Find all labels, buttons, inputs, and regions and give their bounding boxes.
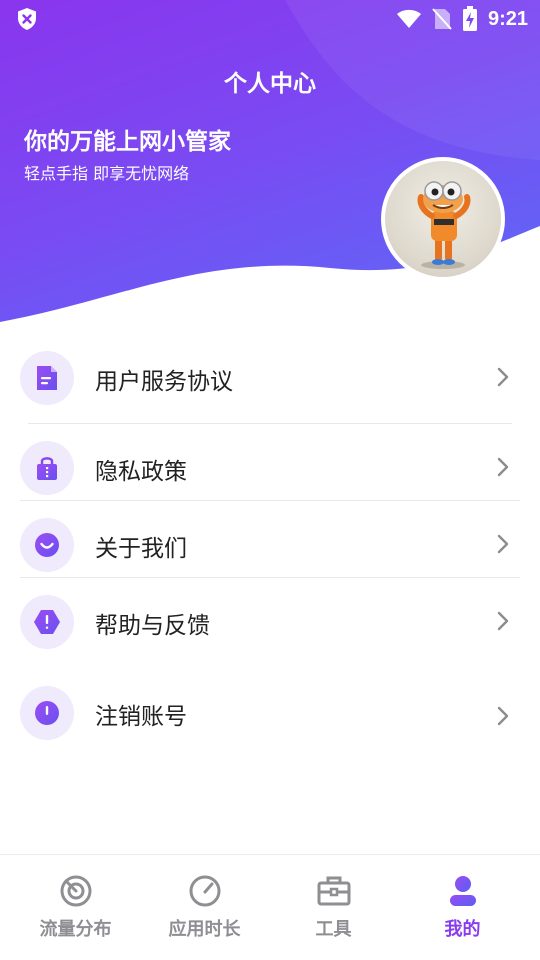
menu-icon-bg xyxy=(20,518,74,572)
tab-label: 应用时长 xyxy=(168,919,241,940)
menu-icon-bg xyxy=(20,441,74,495)
chevron-right-icon xyxy=(497,534,509,554)
subslogan: 轻点手指 即享无忧网络 xyxy=(24,164,190,183)
no-sim-icon xyxy=(432,8,452,30)
tab-label: 工具 xyxy=(315,919,352,940)
tab-app-usage-time[interactable]: 应用时长 xyxy=(137,855,272,960)
wifi-icon xyxy=(396,9,421,28)
radar-icon xyxy=(60,875,91,907)
menu-label: 关于我们 xyxy=(95,536,187,562)
menu-icon-bg xyxy=(20,595,74,649)
menu-label: 注销账号 xyxy=(95,704,187,730)
chevron-right-icon xyxy=(497,611,509,631)
avatar-character-image xyxy=(417,181,471,269)
tab-label: 流量分布 xyxy=(39,919,112,940)
smile-icon xyxy=(35,533,59,557)
person-icon xyxy=(449,876,476,906)
menu-item-delete-account[interactable]: 注销账号 xyxy=(0,669,540,747)
status-icons: 9:21 xyxy=(396,4,528,34)
menu-label: 隐私政策 xyxy=(95,459,187,485)
menu-label: 用户服务协议 xyxy=(95,369,233,395)
lock-bag-icon xyxy=(37,457,57,480)
menu-item-privacy-policy[interactable]: 隐私政策 xyxy=(0,424,540,502)
power-icon xyxy=(35,701,59,725)
gauge-icon xyxy=(189,875,220,907)
document-icon xyxy=(37,366,57,390)
chevron-right-icon xyxy=(497,457,509,477)
menu-item-user-agreement[interactable]: 用户服务协议 xyxy=(0,334,540,412)
status-time: 9:21 xyxy=(487,7,528,30)
tab-traffic-distribution[interactable]: 流量分布 xyxy=(8,855,143,960)
toolbox-icon xyxy=(317,876,350,906)
shield-x-icon xyxy=(18,8,36,30)
avatar[interactable] xyxy=(381,157,505,281)
menu-label: 帮助与反馈 xyxy=(95,613,210,639)
status-bar: 9:21 xyxy=(0,0,540,38)
page-title: 个人中心 xyxy=(224,71,316,97)
chevron-right-icon xyxy=(497,367,509,387)
slogan: 你的万能上网小管家 xyxy=(24,129,231,155)
menu-icon-bg xyxy=(20,686,74,740)
tab-mine[interactable]: 我的 xyxy=(395,855,530,960)
menu-icon-bg xyxy=(20,351,74,405)
tab-label: 我的 xyxy=(444,919,481,940)
menu-item-about-us[interactable]: 关于我们 xyxy=(0,501,540,579)
tab-tools[interactable]: 工具 xyxy=(266,855,401,960)
menu-item-help-feedback[interactable]: 帮助与反馈 xyxy=(0,578,540,656)
bottom-tab-bar: 流量分布 应用时长 工具 我的 xyxy=(0,854,540,960)
battery-charging-icon xyxy=(462,6,477,31)
alert-hexagon-icon xyxy=(34,610,60,634)
chevron-right-icon xyxy=(497,706,509,726)
